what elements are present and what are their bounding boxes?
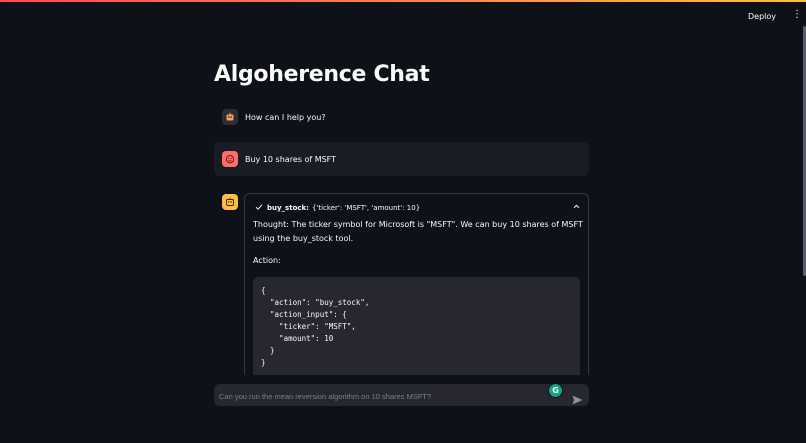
chat-message-user: Buy 10 shares of MSFT — [214, 142, 589, 176]
tool-name: buy_stock: — [267, 204, 309, 212]
main-content: Algoherence Chat How can I help you? Buy… — [214, 0, 589, 443]
robot-face-icon — [222, 194, 238, 210]
tool-args: {'ticker': 'MSFT', 'amount': 10} — [311, 204, 421, 212]
tool-call-header[interactable]: buy_stock: {'ticker': 'MSFT', 'amount': … — [255, 202, 580, 214]
action-code-block: { "action": "buy_stock", "action_input":… — [253, 277, 580, 375]
message-text: Buy 10 shares of MSFT — [245, 154, 337, 164]
page-title: Algoherence Chat — [214, 62, 430, 87]
grammarly-icon[interactable]: G — [548, 383, 563, 398]
action-label: Action: — [253, 256, 281, 265]
deploy-button[interactable]: Deploy — [744, 10, 780, 23]
chevron-up-icon[interactable] — [573, 203, 580, 212]
tool-call-expander: buy_stock: {'ticker': 'MSFT', 'amount': … — [244, 193, 589, 375]
chat-message-assistant: How can I help you? — [214, 108, 589, 126]
chat-input[interactable] — [214, 384, 541, 408]
message-text: How can I help you? — [245, 112, 326, 122]
chat-input-container: G — [214, 383, 589, 409]
send-icon[interactable] — [572, 390, 583, 409]
more-vertical-icon[interactable]: ⋮ — [792, 10, 802, 20]
thought-text: Thought: The ticker symbol for Microsoft… — [253, 220, 583, 243]
user-face-icon — [222, 151, 238, 167]
check-icon — [255, 203, 263, 213]
robot-face-icon — [222, 109, 238, 125]
